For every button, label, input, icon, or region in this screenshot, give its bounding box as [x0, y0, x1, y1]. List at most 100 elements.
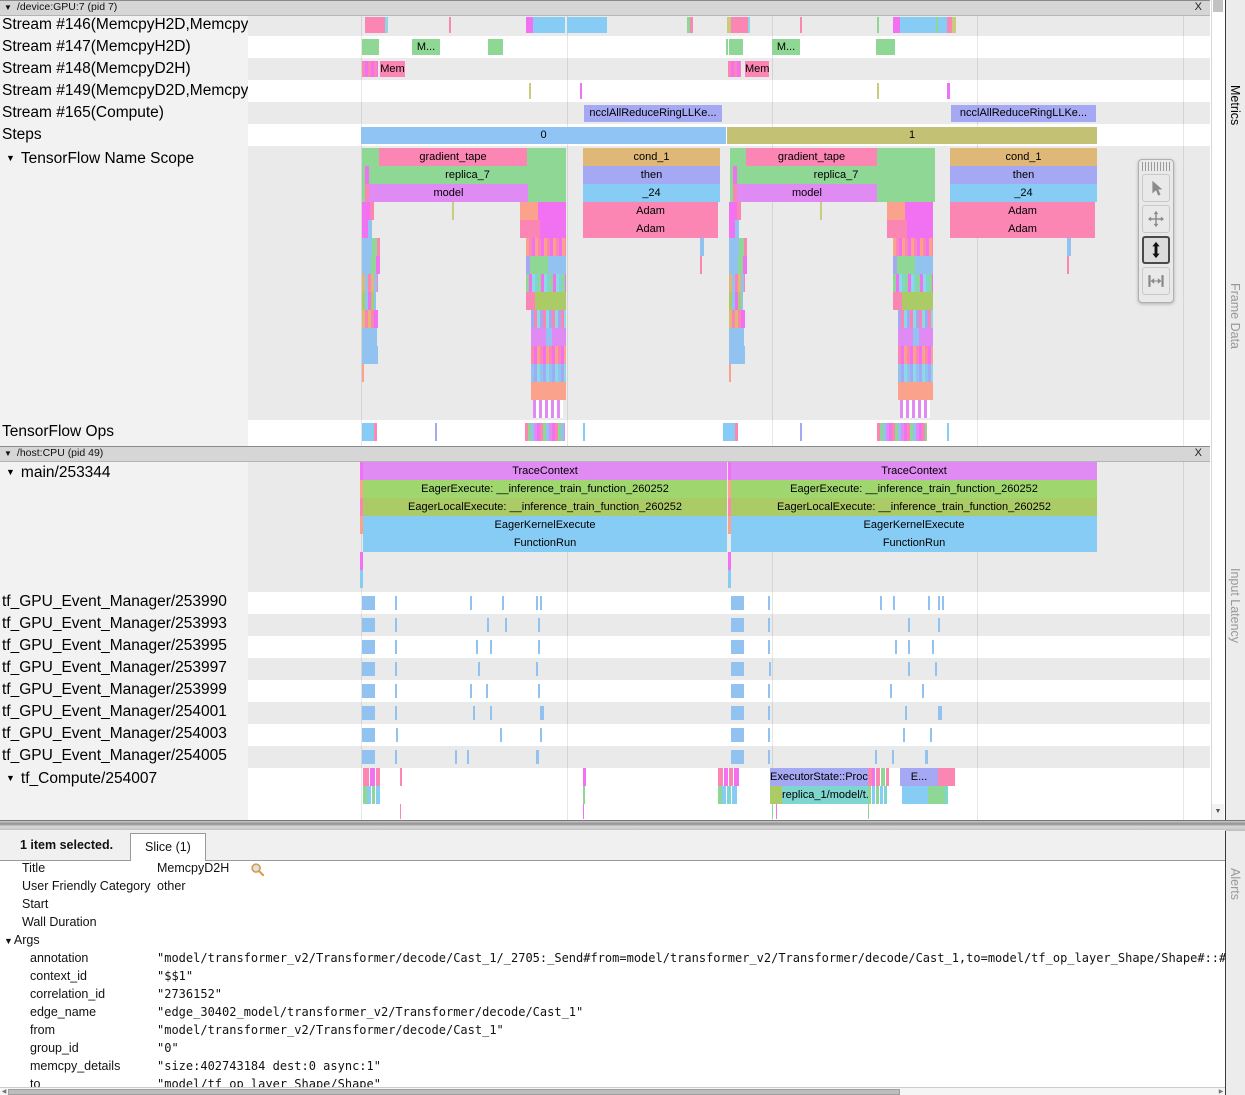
timing-tool-button[interactable]: [1142, 267, 1170, 295]
trace-slice[interactable]: [470, 684, 472, 698]
trace-slice[interactable]: [723, 423, 735, 441]
trace-slice[interactable]: [886, 768, 889, 786]
trace-slice[interactable]: [360, 552, 363, 570]
trace-slice[interactable]: [368, 220, 372, 238]
sidebar-tab-input-latency[interactable]: Input Latency: [1228, 568, 1242, 643]
trace-slice[interactable]: replica_7: [369, 166, 566, 184]
trace-slice[interactable]: [470, 596, 472, 610]
trace-slice[interactable]: [772, 804, 773, 819]
trace-slice[interactable]: [729, 274, 745, 292]
trace-slice[interactable]: [729, 39, 743, 55]
trace-slice[interactable]: [395, 640, 397, 654]
trace-slice[interactable]: [488, 39, 503, 55]
trace-slice[interactable]: [529, 83, 531, 99]
trace-slice[interactable]: [395, 662, 397, 676]
trace-slice[interactable]: E...: [900, 768, 938, 786]
trace-slice[interactable]: [908, 640, 910, 654]
trace-slice[interactable]: [731, 618, 744, 632]
trace-slice[interactable]: [370, 202, 374, 220]
trace-slice[interactable]: [395, 618, 397, 632]
trace-slice[interactable]: [902, 786, 928, 804]
trace-slice[interactable]: gradient_tape: [746, 148, 877, 166]
trace-slice[interactable]: _24: [950, 184, 1097, 202]
trace-slice[interactable]: [769, 662, 771, 676]
trace-slice[interactable]: [362, 750, 375, 764]
trace-slice[interactable]: [729, 768, 733, 786]
trace-slice[interactable]: [898, 364, 933, 382]
trace-slice[interactable]: [374, 310, 378, 328]
trace-slice[interactable]: [729, 310, 741, 328]
sidebar-tab-alerts[interactable]: Alerts: [1228, 868, 1242, 900]
trace-slice[interactable]: [690, 17, 693, 33]
trace-slice[interactable]: [820, 202, 822, 220]
trace-slice[interactable]: [362, 148, 379, 166]
trace-slice[interactable]: [895, 640, 897, 654]
trace-slice[interactable]: Mem: [380, 61, 405, 77]
trace-slice[interactable]: [729, 328, 744, 346]
trace-slice[interactable]: [362, 618, 375, 632]
trace-slice[interactable]: [500, 728, 502, 742]
trace-slice[interactable]: [928, 786, 945, 804]
trace-slice[interactable]: [875, 750, 877, 764]
trace-slice[interactable]: [897, 256, 915, 274]
trace-slice[interactable]: [395, 684, 397, 698]
collapse-icon[interactable]: ▼: [4, 3, 12, 12]
trace-slice[interactable]: [548, 256, 566, 274]
trace-slice[interactable]: 1: [727, 127, 1097, 144]
trace-slice[interactable]: [868, 804, 869, 819]
trace-slice[interactable]: EagerLocalExecute: __inference_train_fun…: [731, 498, 1097, 516]
trace-slice[interactable]: [531, 328, 546, 346]
trace-slice[interactable]: [800, 423, 802, 441]
trace-slice[interactable]: [877, 148, 935, 166]
trace-slice[interactable]: [376, 786, 380, 804]
trace-slice[interactable]: EagerKernelExecute: [363, 516, 727, 534]
trace-slice[interactable]: [884, 786, 887, 804]
trace-slice[interactable]: Adam: [583, 220, 718, 238]
trace-slice[interactable]: [731, 17, 748, 33]
trace-slice[interactable]: [536, 662, 538, 676]
trace-slice[interactable]: [367, 786, 371, 804]
trace-slice[interactable]: [552, 328, 566, 346]
trace-slice[interactable]: [520, 202, 538, 220]
trace-slice[interactable]: [362, 684, 375, 698]
select-tool-button[interactable]: [1142, 174, 1170, 202]
trace-slice[interactable]: [731, 684, 744, 698]
trace-slice[interactable]: [1067, 238, 1071, 256]
trace-slice[interactable]: gradient_tape: [379, 148, 527, 166]
trace-slice[interactable]: [872, 768, 875, 786]
search-icon[interactable]: [250, 862, 265, 882]
trace-slice[interactable]: [538, 640, 540, 654]
trace-slice[interactable]: [905, 706, 907, 720]
trace-slice[interactable]: [880, 596, 882, 610]
trace-slice[interactable]: [700, 238, 704, 256]
trace-slice[interactable]: [907, 220, 933, 238]
trace-slice[interactable]: [452, 202, 454, 220]
trace-slice[interactable]: [732, 786, 737, 804]
trace-slice[interactable]: [893, 596, 895, 610]
trace-slice[interactable]: [748, 17, 750, 33]
zoom-tool-button[interactable]: [1142, 236, 1170, 264]
trace-slice[interactable]: [872, 786, 875, 804]
close-icon[interactable]: X: [1195, 1, 1202, 14]
collapse-icon[interactable]: ▼: [6, 773, 15, 783]
trace-slice[interactable]: [536, 596, 538, 610]
trace-slice[interactable]: [935, 662, 937, 676]
trace-slice[interactable]: [583, 786, 585, 804]
trace-slice[interactable]: [908, 618, 910, 632]
trace-slice[interactable]: [728, 61, 741, 77]
trace-slice[interactable]: [880, 786, 883, 804]
trace-slice[interactable]: EagerLocalExecute: __inference_train_fun…: [363, 498, 727, 516]
trace-slice[interactable]: [362, 706, 375, 720]
trace-slice[interactable]: [400, 768, 402, 786]
trace-slice[interactable]: [942, 596, 944, 610]
trace-slice[interactable]: [526, 274, 566, 292]
trace-slice[interactable]: [372, 786, 375, 804]
trace-slice[interactable]: [928, 596, 930, 610]
trace-slice[interactable]: [735, 220, 739, 238]
trace-slice[interactable]: [376, 768, 380, 786]
trace-slice[interactable]: [903, 728, 905, 742]
trace-slice[interactable]: [362, 346, 378, 364]
trace-slice[interactable]: [486, 684, 488, 698]
trace-slice[interactable]: [768, 596, 770, 610]
trace-slice[interactable]: [362, 364, 364, 382]
